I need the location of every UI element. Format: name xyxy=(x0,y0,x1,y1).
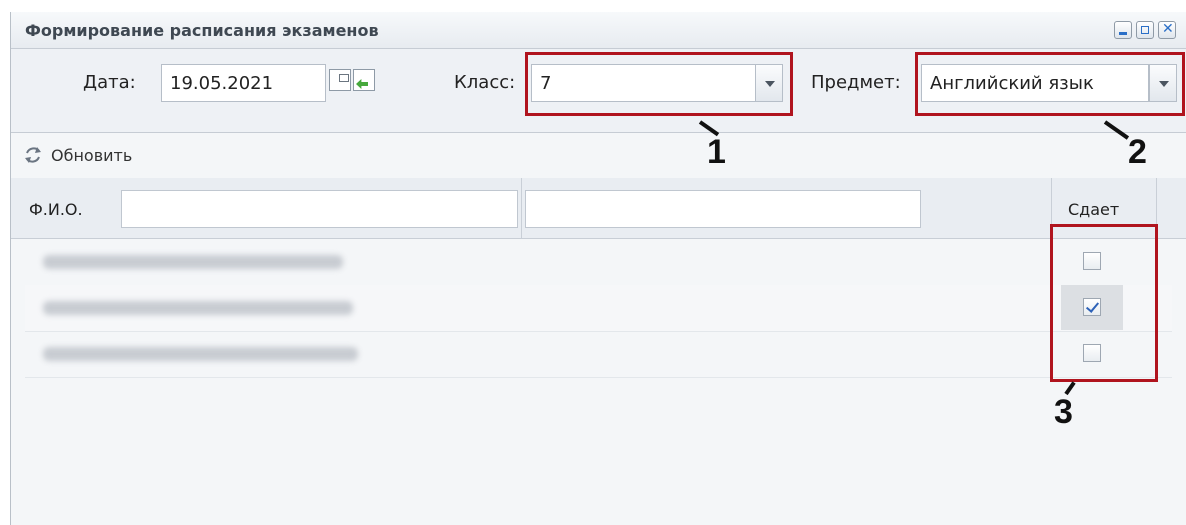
blurred-student-name xyxy=(43,347,358,361)
close-button[interactable]: ✕ xyxy=(1158,21,1176,39)
callout-3: 3 xyxy=(1054,393,1073,431)
blurred-student-name xyxy=(43,301,353,315)
callout-1: 1 xyxy=(707,133,726,171)
calendar-today-icon[interactable] xyxy=(353,69,375,91)
date-field[interactable]: 19.05.2021 xyxy=(161,64,326,102)
toolbar: Обновить xyxy=(11,133,1186,179)
table-row[interactable] xyxy=(25,239,1172,286)
window-title: Формирование расписания экзаменов xyxy=(25,21,379,40)
column-header-sdaet[interactable]: Сдает xyxy=(1068,200,1119,219)
subject-label: Предмет: xyxy=(811,72,901,93)
blurred-student-name xyxy=(43,255,343,269)
close-icon: ✕ xyxy=(1162,21,1174,37)
filter-input-name[interactable] xyxy=(525,190,921,228)
refresh-button[interactable]: Обновить xyxy=(51,146,132,165)
class-label: Класс: xyxy=(454,72,516,93)
annotation-box-checkboxes xyxy=(1050,224,1158,382)
table-row[interactable] xyxy=(25,285,1172,332)
column-divider xyxy=(521,178,522,238)
annotation-box-class xyxy=(525,52,793,116)
calendar-icon[interactable] xyxy=(329,69,351,91)
refresh-icon[interactable] xyxy=(23,145,43,165)
callout-2: 2 xyxy=(1128,133,1147,171)
table-row[interactable] xyxy=(25,331,1172,378)
minimize-button[interactable] xyxy=(1114,21,1132,39)
column-header-fio[interactable]: Ф.И.О. xyxy=(29,200,83,219)
date-label: Дата: xyxy=(83,72,136,93)
maximize-button[interactable] xyxy=(1136,21,1154,39)
filter-input-lastname[interactable] xyxy=(121,190,518,228)
grid-header: Ф.И.О. Сдает xyxy=(11,178,1186,239)
title-bar: Формирование расписания экзаменов ✕ xyxy=(11,12,1186,49)
annotation-box-subject xyxy=(915,52,1185,116)
